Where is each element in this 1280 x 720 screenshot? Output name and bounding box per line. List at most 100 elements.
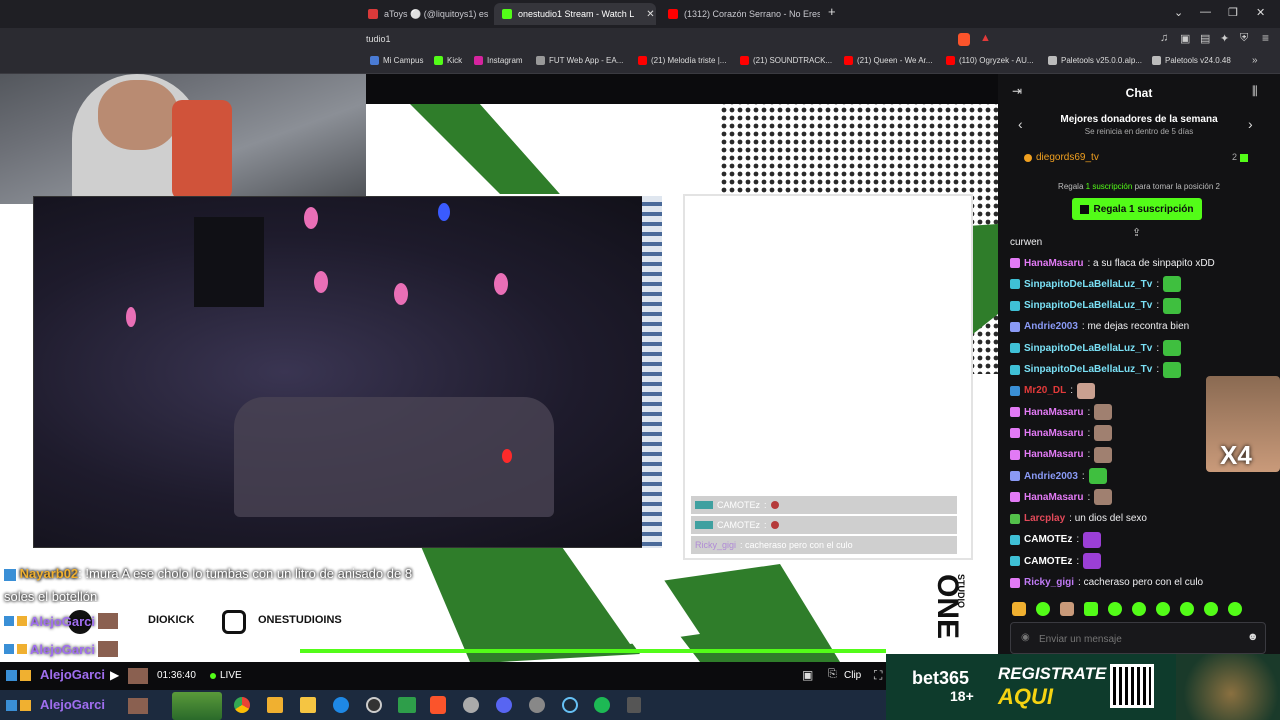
emote-icon xyxy=(1083,553,1102,570)
chevron-right-icon[interactable]: › xyxy=(1248,116,1253,132)
bookmark-kick[interactable]: Kick xyxy=(434,56,462,65)
steam-icon[interactable] xyxy=(562,697,578,713)
roulette-graphic xyxy=(1176,654,1280,720)
taskbar-widget[interactable] xyxy=(172,692,222,720)
app-icon[interactable] xyxy=(463,697,479,713)
emote-icon xyxy=(1163,276,1182,293)
emote-button[interactable] xyxy=(1228,602,1242,616)
spotify-icon[interactable] xyxy=(594,697,610,713)
bookmark-soundtrack[interactable]: (21) SOUNDTRACK... xyxy=(740,56,832,65)
extension-icon[interactable]: ✦ xyxy=(1220,32,1229,45)
emote-button[interactable] xyxy=(1132,602,1146,616)
chat-user[interactable]: curwen xyxy=(1010,237,1042,248)
chrome-icon[interactable] xyxy=(234,697,250,713)
chat-user[interactable]: Mr20_DL xyxy=(1024,385,1066,396)
store-icon[interactable] xyxy=(267,697,283,713)
window-close-icon[interactable]: ✕ xyxy=(1256,6,1265,19)
light-spot xyxy=(494,273,508,295)
emote-icon xyxy=(128,668,148,684)
emote-button[interactable] xyxy=(1108,602,1122,616)
emote-button[interactable] xyxy=(1180,602,1194,616)
clip-icon[interactable]: ⎘ xyxy=(828,668,837,681)
emote-button[interactable] xyxy=(1012,602,1026,616)
calculator-icon[interactable] xyxy=(627,697,641,713)
tab-onestudio[interactable]: onestudio1 Stream - Watch L ✕ xyxy=(494,3,656,25)
fullscreen-icon[interactable]: ⛶ xyxy=(874,668,882,683)
chat-settings-icon[interactable]: ⫼ xyxy=(1252,84,1258,99)
bookmark-melodia[interactable]: (21) Melodía triste |... xyxy=(638,56,726,65)
wallet-icon[interactable]: ▤ xyxy=(1200,32,1210,45)
tab-corazon-serrano[interactable]: (1312) Corazón Serrano - No Eres Ú ✕ xyxy=(660,3,820,25)
youtube-icon xyxy=(638,56,647,65)
chevron-down-icon[interactable]: ⌄ xyxy=(1174,6,1183,19)
chat-user[interactable]: Andrie2003 xyxy=(1024,321,1078,332)
sidebar-icon[interactable]: ▣ xyxy=(1180,32,1190,45)
bookmark-fut-web-app[interactable]: FUT Web App - EA... xyxy=(536,56,623,65)
chat-user[interactable]: Larcplay xyxy=(1024,513,1065,524)
brave-shield-icon[interactable] xyxy=(958,33,970,46)
chat-user[interactable]: Andrie2003 xyxy=(1024,471,1078,482)
play-icon[interactable]: ▶ xyxy=(110,668,119,682)
close-icon[interactable]: ✕ xyxy=(646,9,654,20)
streamer-face xyxy=(98,80,178,150)
bookmark-paletools-25[interactable]: Paletools v25.0.0.alp... xyxy=(1048,56,1142,65)
chat-message: HanaMasaru: xyxy=(1010,403,1113,421)
vpn-icon[interactable]: ⛨ xyxy=(1240,32,1248,45)
youtube-icon xyxy=(844,56,853,65)
whatsapp-icon[interactable] xyxy=(398,697,416,713)
badge-icon xyxy=(4,568,16,581)
chat-user[interactable]: CAMOTEz xyxy=(1024,556,1072,567)
app-icon[interactable] xyxy=(529,697,545,713)
app-icon[interactable] xyxy=(366,697,382,713)
url-field[interactable]: tudio1 xyxy=(366,34,391,44)
emoji-icon[interactable]: ☻ xyxy=(1247,631,1259,643)
tab-liquitoys[interactable]: aToys ⚪ (@liquitoys1) está LIVE xyxy=(360,3,488,25)
emote-button[interactable] xyxy=(1084,602,1098,616)
chat-user[interactable]: SinpapitoDeLaBellaLuz_Tv xyxy=(1024,300,1152,311)
chevron-right-icon[interactable]: » xyxy=(1252,55,1258,66)
chat-user[interactable]: SinpapitoDeLaBellaLuz_Tv xyxy=(1024,279,1152,290)
ad-cta-highlight: AQUI xyxy=(998,684,1053,709)
chat-user[interactable]: HanaMasaru xyxy=(1024,492,1083,503)
chevron-left-icon[interactable]: ‹ xyxy=(1018,116,1023,132)
bet365-advertisement[interactable]: bet365 18+ REGISTRATE AQUI xyxy=(886,654,1280,720)
new-tab-button[interactable]: + xyxy=(828,4,836,19)
badge-icon xyxy=(1010,471,1020,481)
pin-icon[interactable]: ⇪ xyxy=(1132,226,1141,239)
emote-icon xyxy=(770,521,779,529)
rewards-icon[interactable]: ▲ xyxy=(980,32,991,44)
bookmark-paletools-24[interactable]: Paletools v24.0.48 xyxy=(1152,56,1231,65)
media-icon[interactable]: ♫ xyxy=(1160,32,1168,44)
chat-user[interactable]: HanaMasaru xyxy=(1024,258,1083,269)
chat-user[interactable]: HanaMasaru xyxy=(1024,449,1083,460)
minimize-icon[interactable]: — xyxy=(1200,6,1211,18)
chat-user[interactable]: SinpapitoDeLaBellaLuz_Tv xyxy=(1024,364,1152,375)
bookmark-instagram[interactable]: Instagram xyxy=(474,56,523,65)
edge-icon[interactable] xyxy=(333,697,349,713)
maximize-icon[interactable]: ❐ xyxy=(1228,6,1238,19)
emote-button[interactable] xyxy=(1036,602,1050,616)
clip-button[interactable]: Clip xyxy=(844,670,861,681)
menu-icon[interactable]: ≡ xyxy=(1262,31,1269,45)
top-donor-name[interactable]: diegords69_tv xyxy=(1036,152,1099,163)
chat-user[interactable]: HanaMasaru xyxy=(1024,407,1083,418)
folder-icon[interactable] xyxy=(300,697,316,713)
chat-user[interactable]: CAMOTEz xyxy=(1024,534,1072,545)
chat-input-box[interactable]: ◉ ☻ xyxy=(1010,622,1266,654)
bookmark-ogryzek[interactable]: (110) Ogryzek - AU... xyxy=(946,56,1034,65)
gift-sub-button[interactable]: Regala 1 suscripción xyxy=(1072,198,1202,220)
emote-button[interactable] xyxy=(1060,602,1074,616)
bookmark-label: Paletools v25.0.0.alp... xyxy=(1061,56,1142,65)
brave-icon[interactable] xyxy=(430,696,446,714)
chat-message-input[interactable] xyxy=(1039,629,1239,649)
chat-user[interactable]: HanaMasaru xyxy=(1024,428,1083,439)
emote-button[interactable] xyxy=(1204,602,1218,616)
discord-icon[interactable] xyxy=(496,697,512,713)
emote-button[interactable] xyxy=(1156,602,1170,616)
bookmark-mi-campus[interactable]: Mi Campus xyxy=(370,56,423,65)
chat-user[interactable]: SinpapitoDeLaBellaLuz_Tv xyxy=(1024,343,1152,354)
stream-player[interactable]: CAMOTEz : CAMOTEz : Ricky_gigi : cachera… xyxy=(0,74,998,662)
chat-user[interactable]: Ricky_gigi xyxy=(1024,577,1074,588)
bookmark-queen[interactable]: (21) Queen - We Ar... xyxy=(844,56,932,65)
theater-mode-icon[interactable]: ▣ xyxy=(802,668,813,682)
